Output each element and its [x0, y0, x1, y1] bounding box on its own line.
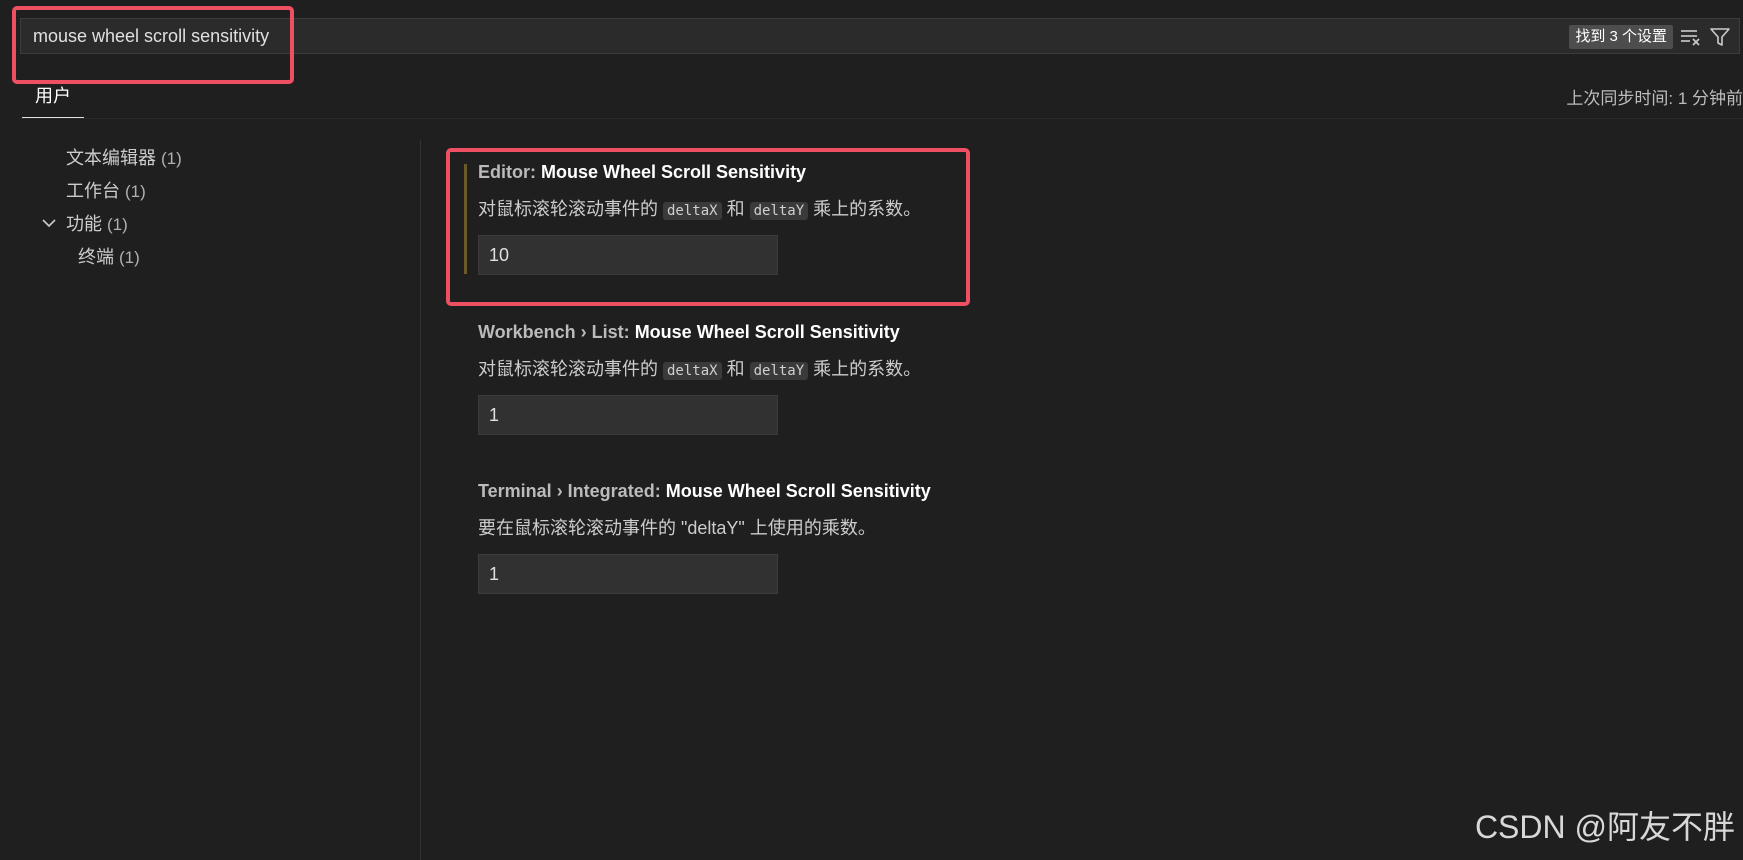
settings-page: 找到 3 个设置 用户 上次同步时间: 1 分钟前 文本编辑器 (1) 工作台 … — [0, 0, 1743, 860]
setting-description: 要在鼠标滚轮滚动事件的 "deltaY" 上使用的乘数。 — [478, 518, 876, 538]
sidebar-divider — [420, 140, 421, 860]
watermark-text: CSDN @阿友不胖 — [1474, 809, 1735, 845]
tree-item-terminal[interactable]: 终端 (1) — [78, 243, 140, 269]
tree-item-text-editor[interactable]: 文本编辑器 (1) — [66, 144, 182, 170]
setting-value-input[interactable]: 1 — [478, 395, 778, 435]
setting-value-input[interactable]: 1 — [478, 554, 778, 594]
description-text: 对鼠标滚轮滚动事件的 — [478, 359, 663, 379]
search-result-count-badge: 找到 3 个设置 — [1569, 25, 1673, 49]
settings-search-input[interactable] — [33, 19, 1433, 53]
tab-user[interactable]: 用户 — [22, 82, 84, 118]
sync-status-text: 上次同步时间: 1 分钟前 — [1566, 89, 1743, 108]
clear-filter-icon[interactable] — [1679, 26, 1703, 48]
tree-item-count: (1) — [125, 182, 146, 201]
setting-category: Editor: — [478, 162, 541, 182]
description-text: 和 — [721, 199, 750, 219]
description-text: 对鼠标滚轮滚动事件的 — [478, 199, 663, 219]
code-deltax: deltaX — [663, 362, 722, 380]
tree-item-count: (1) — [161, 149, 182, 168]
description-text: 和 — [721, 359, 750, 379]
tab-divider — [20, 118, 1743, 119]
settings-search-box[interactable]: 找到 3 个设置 — [20, 18, 1740, 54]
code-deltax: deltaX — [663, 202, 722, 220]
funnel-icon[interactable] — [1709, 26, 1731, 48]
tree-item-count: (1) — [107, 215, 128, 234]
description-text: 乘上的系数。 — [808, 359, 922, 379]
tree-item-label: 终端 — [78, 247, 114, 267]
setting-name: Mouse Wheel Scroll Sensitivity — [541, 162, 807, 182]
setting-title: Workbench › List: Mouse Wheel Scroll Sen… — [478, 322, 921, 343]
tree-item-label: 工作台 — [66, 181, 120, 201]
setting-terminal-integrated-mouse-wheel-scroll-sensitivity: Terminal › Integrated: Mouse Wheel Scrol… — [478, 481, 931, 594]
setting-name: Mouse Wheel Scroll Sensitivity — [665, 481, 931, 501]
setting-workbench-list-mouse-wheel-scroll-sensitivity: Workbench › List: Mouse Wheel Scroll Sen… — [478, 322, 921, 435]
setting-description: 对鼠标滚轮滚动事件的 deltaX 和 deltaY 乘上的系数。 — [478, 355, 921, 381]
setting-title: Editor: Mouse Wheel Scroll Sensitivity — [478, 162, 921, 183]
setting-value-input[interactable]: 10 — [478, 235, 778, 275]
code-deltay: deltaY — [749, 202, 809, 220]
code-deltay: deltaY — [749, 362, 809, 380]
setting-category: Terminal › Integrated: — [478, 481, 666, 501]
setting-title: Terminal › Integrated: Mouse Wheel Scrol… — [478, 481, 931, 502]
chevron-down-icon[interactable] — [40, 214, 58, 232]
modified-indicator — [464, 164, 467, 274]
setting-editor-mouse-wheel-scroll-sensitivity: Editor: Mouse Wheel Scroll Sensitivity 对… — [478, 162, 921, 275]
setting-description: 对鼠标滚轮滚动事件的 deltaX 和 deltaY 乘上的系数。 — [478, 195, 921, 221]
tree-item-features[interactable]: 功能 (1) — [66, 210, 128, 236]
tree-item-label: 文本编辑器 — [66, 148, 156, 168]
setting-name: Mouse Wheel Scroll Sensitivity — [634, 322, 900, 342]
tree-item-count: (1) — [119, 248, 140, 267]
tree-item-label: 功能 — [66, 214, 102, 234]
setting-category: Workbench › List: — [478, 322, 635, 342]
description-text: 乘上的系数。 — [808, 199, 922, 219]
tree-item-workbench[interactable]: 工作台 (1) — [66, 177, 146, 203]
